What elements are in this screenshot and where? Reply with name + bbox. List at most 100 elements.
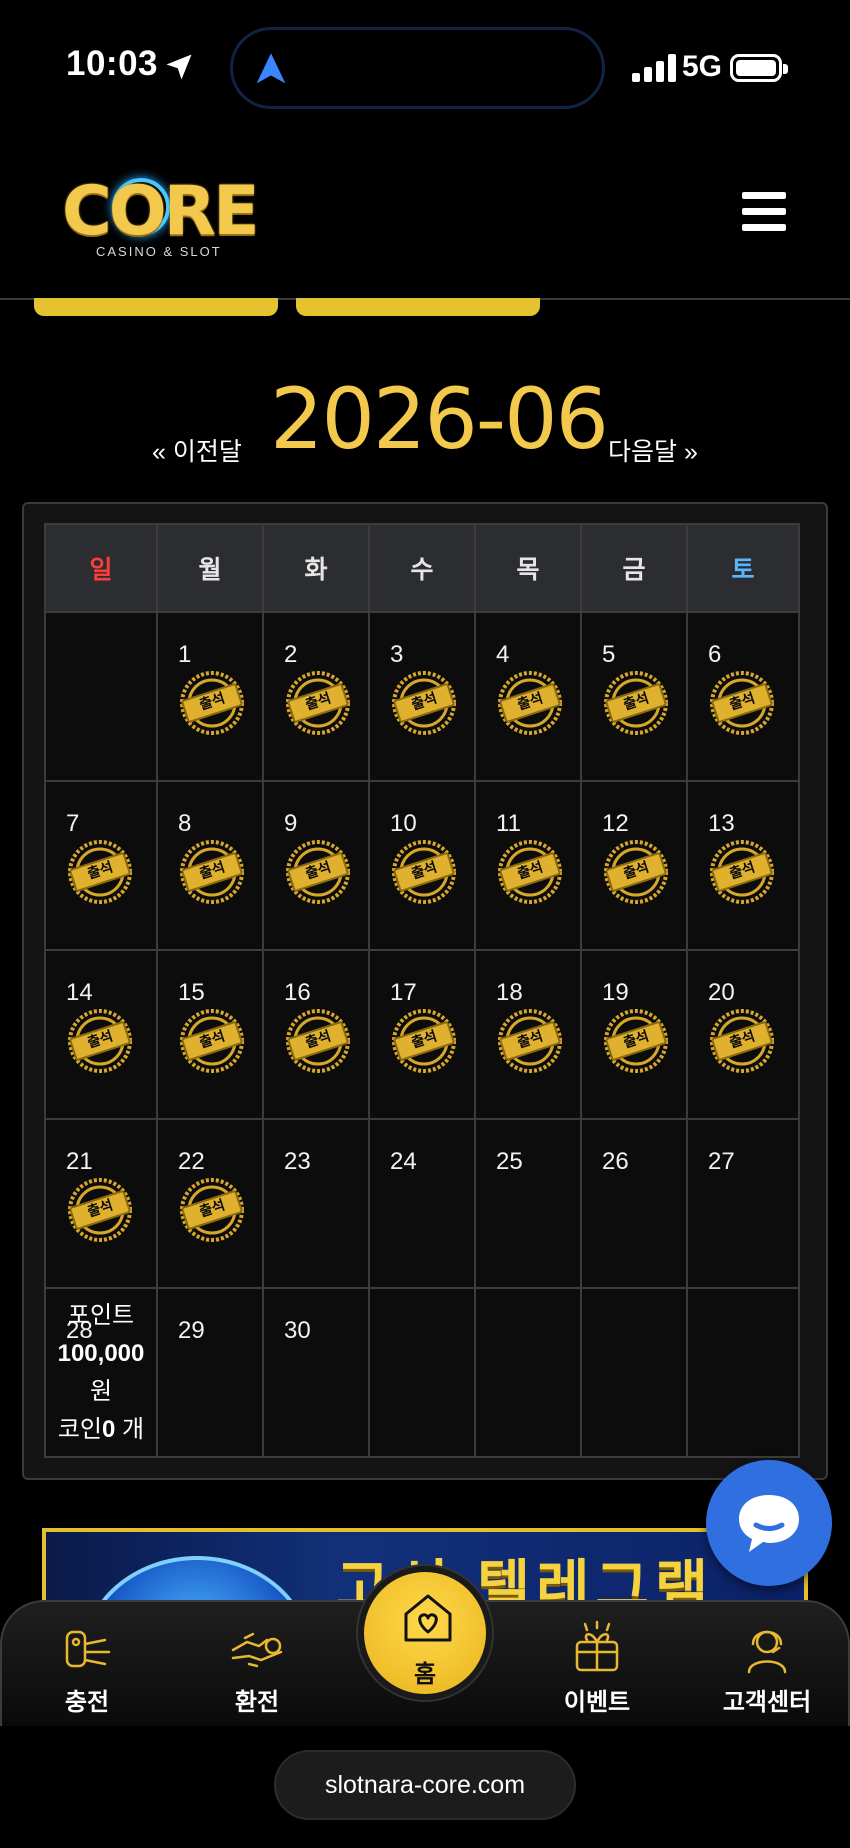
calendar-day-cell: 20 출석 (686, 949, 800, 1120)
calendar-day-cell: 7 출석 (44, 780, 158, 951)
calendar-week-row: 28 포인트 100,000 원 코인0 개 29 30 (44, 1287, 806, 1458)
calendar-day-cell: 15 출석 (156, 949, 264, 1120)
nav-withdraw-label: 환전 (234, 1689, 280, 1716)
attendance-stamp-icon: 출석 (492, 1003, 568, 1079)
battery-icon (730, 54, 788, 82)
weekday-header-row: 일 월 화 수 목 금 토 (44, 523, 806, 613)
signal-icon (632, 52, 676, 82)
points-unit: 원 (89, 1378, 113, 1405)
coin-count: 0 (102, 1416, 116, 1443)
calendar-week-row: 1 출석 2 출석 3 출석 4 출석 5 출석 6 출석 (44, 611, 806, 782)
nav-withdraw[interactable]: 환전 (192, 1620, 322, 1717)
attendance-stamp-icon: 출석 (280, 1003, 356, 1079)
calendar-day-cell: 21 출석 (44, 1118, 158, 1289)
calendar-day-cell: 25 (474, 1118, 582, 1289)
nav-home-label: 홈 (413, 1661, 437, 1688)
chat-button[interactable] (706, 1460, 832, 1586)
attendance-stamp-icon: 출석 (62, 834, 138, 910)
day-number: 25 (496, 1148, 523, 1175)
calendar-week-row: 7 출석 8 출석 9 출석 10 출석 11 출석 12 출석 13 출석 (44, 780, 806, 951)
navigation-icon (256, 53, 286, 84)
calendar-day-cell: 18 출석 (474, 949, 582, 1120)
calendar-day-cell (368, 1287, 476, 1458)
attendance-stamp-icon: 출석 (62, 1172, 138, 1248)
calendar-day-cell: 26 (580, 1118, 688, 1289)
calendar-day-cell: 30 (262, 1287, 370, 1458)
month-navigation: « 이전달 2026-06 다음달 » (0, 370, 850, 470)
dynamic-island (230, 27, 605, 109)
month-title: 2026-06 (270, 370, 609, 468)
calendar-week-row: 14 출석 15 출석 16 출석 17 출석 18 출석 19 출석 20 출석 (44, 949, 806, 1120)
status-bar: 10:03 5G (0, 0, 850, 130)
nav-support[interactable]: 고객센터 (702, 1620, 832, 1717)
withdraw-icon (231, 1632, 283, 1668)
logo-text: CORE (62, 172, 260, 251)
weekday-sat: 토 (686, 523, 800, 613)
attendance-stamp-icon: 출석 (704, 1003, 780, 1079)
attendance-stamp-icon: 출석 (492, 834, 568, 910)
calendar-day-cell: 4 출석 (474, 611, 582, 782)
calendar-day-cell: 5 출석 (580, 611, 688, 782)
calendar-day-cell: 12 출석 (580, 780, 688, 951)
home-heart-icon (404, 1594, 452, 1642)
gold-tab-right[interactable] (296, 298, 540, 316)
logo-tagline: CASINO & SLOT (96, 244, 222, 259)
next-month-link[interactable]: 다음달 » (608, 432, 698, 468)
calendar-day-cell: 2 출석 (262, 611, 370, 782)
day-number: 29 (178, 1317, 205, 1344)
site-header: CORE CASINO & SLOT (0, 130, 850, 300)
day-number: 30 (284, 1317, 311, 1344)
calendar-day-cell: 14 출석 (44, 949, 158, 1120)
attendance-stamp-icon: 출석 (386, 1003, 462, 1079)
attendance-stamp-icon: 출석 (598, 665, 674, 741)
calendar-day-cell: 24 (368, 1118, 476, 1289)
attendance-stamp-icon: 출석 (704, 834, 780, 910)
nav-support-label: 고객센터 (722, 1689, 812, 1716)
nav-home[interactable]: 홈 (358, 1566, 492, 1700)
weekday-wed: 수 (368, 523, 476, 613)
coin-line: 코인0 개 (46, 1411, 156, 1449)
calendar-day-cell: 1 출석 (156, 611, 264, 782)
attendance-stamp-icon: 출석 (280, 834, 356, 910)
calendar-day-cell: 6 출석 (686, 611, 800, 782)
attendance-stamp-icon: 출석 (704, 665, 780, 741)
deposit-icon (65, 1630, 111, 1668)
attendance-calendar: 일 월 화 수 목 금 토 1 출석 2 출석 3 출석 4 출석 5 출석 6 출석 7 출석 8 출석 9 출… (44, 523, 806, 1458)
calendar-day-cell: 13 출석 (686, 780, 800, 951)
calendar-day-cell: 11 출석 (474, 780, 582, 951)
prev-month-link[interactable]: « 이전달 (152, 432, 242, 468)
calendar-day-cell: 23 (262, 1118, 370, 1289)
attendance-stamp-icon: 출석 (174, 834, 250, 910)
calendar-week-row: 21 출석 22 출석 23 24 25 26 27 (44, 1118, 806, 1289)
network-label: 5G (682, 50, 723, 83)
hamburger-menu-icon[interactable] (742, 192, 786, 232)
weekday-tue: 화 (262, 523, 370, 613)
nav-deposit[interactable]: 충전 (22, 1620, 152, 1717)
status-time: 10:03 (66, 44, 159, 83)
coin-unit: 개 (122, 1416, 145, 1443)
attendance-stamp-icon: 출석 (174, 665, 250, 741)
attendance-stamp-icon: 출석 (62, 1003, 138, 1079)
weekday-mon: 월 (156, 523, 264, 613)
calendar-day-cell (580, 1287, 688, 1458)
day-number: 24 (390, 1148, 417, 1175)
calendar-day-cell (686, 1287, 800, 1458)
calendar-day-cell: 19 출석 (580, 949, 688, 1120)
attendance-stamp-icon: 출석 (386, 834, 462, 910)
logo[interactable]: CORE CASINO & SLOT (62, 172, 262, 272)
calendar-day-cell: 22 출석 (156, 1118, 264, 1289)
calendar-day-cell (474, 1287, 582, 1458)
weekday-sun: 일 (44, 523, 158, 613)
attendance-stamp-icon: 출석 (174, 1003, 250, 1079)
calendar-day-cell: 17 출석 (368, 949, 476, 1120)
calendar-day-cell: 8 출석 (156, 780, 264, 951)
points-summary: 포인트 100,000 원 코인0 개 (46, 1297, 156, 1449)
day-number: 27 (708, 1148, 735, 1175)
nav-event[interactable]: 이벤트 (532, 1620, 662, 1717)
calendar-day-cell: 28 포인트 100,000 원 코인0 개 (44, 1287, 158, 1458)
calendar-day-cell: 3 출석 (368, 611, 476, 782)
points-label: 포인트 (67, 1302, 135, 1329)
gold-tab-left[interactable] (34, 298, 278, 316)
chat-bubble-icon (739, 1495, 799, 1552)
browser-url-bar[interactable]: slotnara-core.com (274, 1750, 576, 1820)
